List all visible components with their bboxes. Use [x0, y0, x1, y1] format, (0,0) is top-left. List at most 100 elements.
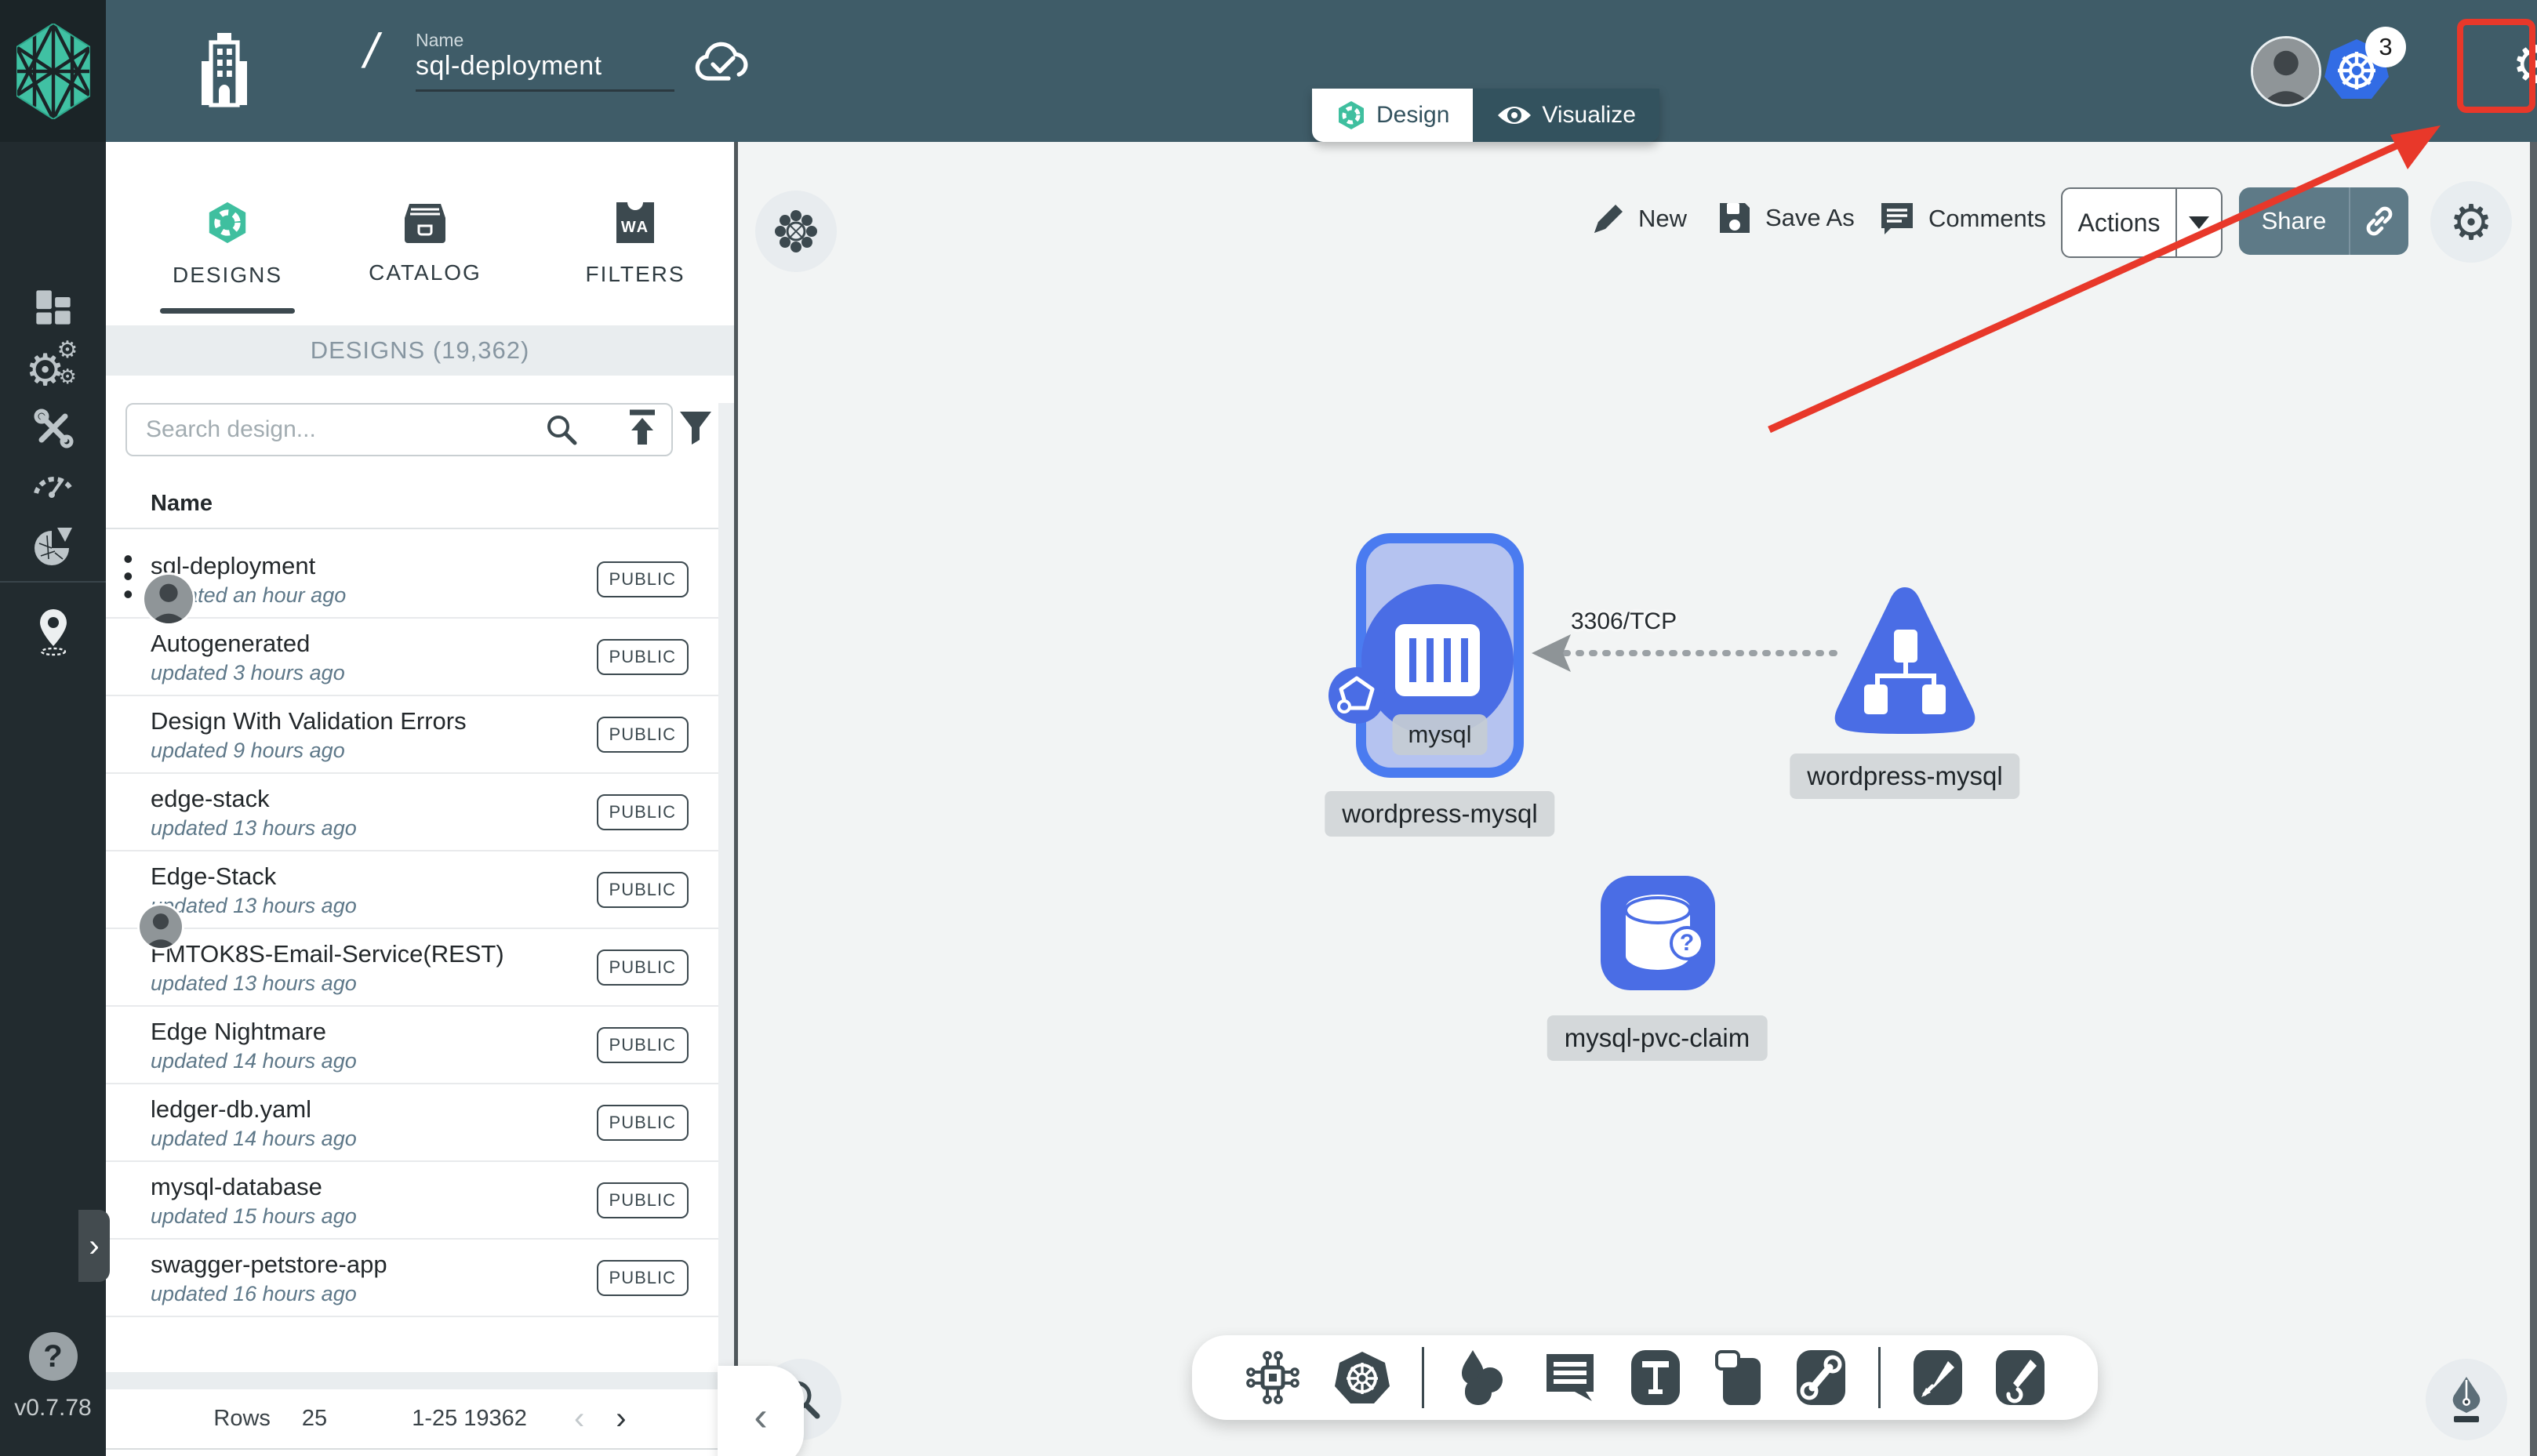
design-row[interactable]: Edge Nightmare updated 14 hours ago PUBLIC [106, 1007, 721, 1084]
breadcrumb-slash: / [358, 24, 384, 78]
design-updated: updated 14 hours ago [151, 1127, 357, 1150]
catalog-archive-icon [405, 204, 445, 243]
panel-tab-filters[interactable]: WA FILTERS [549, 173, 721, 314]
pen-nib-icon [2452, 1377, 2481, 1422]
visibility-badge: PUBLIC [596, 794, 689, 830]
page-scrollbar[interactable] [2530, 142, 2537, 1456]
pen-arrow-tool-icon[interactable] [1912, 1349, 1964, 1407]
node-deployment-mysql[interactable]: mysql [1328, 533, 1524, 778]
row-menu-icon[interactable]: • • • [123, 545, 133, 608]
tab-design[interactable]: Design [1312, 89, 1474, 142]
comments-button[interactable]: Comments [1878, 200, 2046, 238]
actions-dropdown-icon[interactable] [2177, 216, 2221, 229]
visibility-badge: PUBLIC [596, 1182, 689, 1218]
design-name-value[interactable]: sql-deployment [416, 51, 674, 92]
design-row[interactable]: Autogenerated updated 3 hours ago PUBLIC [106, 619, 721, 696]
prev-page-icon[interactable]: ‹ [574, 1401, 584, 1436]
performance-icon[interactable] [0, 465, 106, 499]
design-row[interactable]: mysql-database updated 15 hours ago PUBLIC [106, 1162, 721, 1240]
rows-label: Rows [213, 1406, 271, 1431]
design-updated: updated 13 hours ago [151, 971, 357, 995]
save-as-button[interactable]: Save As [1717, 200, 1855, 236]
visibility-badge: PUBLIC [596, 1027, 689, 1063]
components-icon[interactable] [1244, 1349, 1302, 1407]
visibility-badge: PUBLIC [596, 717, 689, 753]
configuration-tools-icon[interactable] [0, 407, 106, 449]
design-updated: updated 3 hours ago [151, 661, 345, 684]
wasm-filter-icon: WA [616, 202, 654, 243]
kubernetes-shapes-icon[interactable] [1333, 1349, 1391, 1407]
design-row[interactable]: Design With Validation Errors updated 9 h… [106, 696, 721, 774]
rows-per-page-select[interactable]: 25 [302, 1406, 357, 1432]
shapes-icon[interactable] [1456, 1349, 1510, 1407]
kanvas-pin-icon[interactable] [0, 606, 106, 658]
sidebar-expand-handle[interactable]: › [78, 1210, 110, 1282]
design-updated: updated 14 hours ago [151, 1049, 357, 1073]
tab-visualize[interactable]: Visualize [1473, 89, 1659, 142]
annotation-comment-icon[interactable] [1542, 1349, 1598, 1406]
text-tool-icon[interactable] [1630, 1349, 1681, 1407]
panel-tab-catalog[interactable]: CATALOG [339, 173, 511, 314]
owner-avatar [137, 903, 184, 950]
design-row[interactable]: swagger-petstore-app updated 16 hours ago… [106, 1240, 721, 1317]
design-row[interactable]: edge-stack updated 13 hours ago PUBLIC [106, 774, 721, 851]
lifecycle-gears-icon[interactable]: ⚙ ⚙ ⚙ [0, 337, 106, 394]
freehand-draw-icon[interactable] [1994, 1349, 2046, 1407]
shapes-toolbar [1192, 1335, 2098, 1420]
dashboard-icon[interactable] [0, 287, 106, 328]
pen-mode-button[interactable] [2426, 1359, 2507, 1440]
gear-icon: ⚙ [2449, 195, 2493, 250]
design-updated: updated 9 hours ago [151, 739, 345, 762]
copy-link-icon[interactable] [2350, 205, 2408, 237]
deployment-badge-icon [1328, 667, 1385, 724]
next-page-icon[interactable]: › [616, 1401, 626, 1436]
node-service-wordpress[interactable] [1826, 581, 1983, 738]
rectangle-shapes-icon[interactable] [1712, 1349, 1764, 1407]
designs-swirl-icon [209, 202, 246, 244]
settings-gear-icon[interactable]: ⚙ [2512, 34, 2537, 95]
visibility-badge: PUBLIC [596, 949, 689, 986]
meshery-app: / Name sql-deployment 3 ⚙ ⚙ ⚙ ⚙ ? v0.7.7… [0, 0, 2537, 1456]
kubernetes-context-icon[interactable]: 3 [2323, 27, 2406, 103]
panel-collapse-handle[interactable]: ‹ [718, 1366, 804, 1456]
design-row[interactable]: FMTOK8S-Email-Service(REST) updated 13 ho… [106, 929, 721, 1007]
user-avatar[interactable] [2251, 36, 2321, 107]
extensions-icon[interactable] [0, 525, 106, 568]
version-label: v0.7.78 [14, 1395, 92, 1421]
panel-scrollbar[interactable] [718, 403, 734, 1454]
visibility-badge: PUBLIC [596, 872, 689, 908]
pencil-icon [1594, 205, 1623, 233]
upload-design-icon[interactable] [625, 408, 660, 448]
visibility-badge: PUBLIC [596, 639, 689, 675]
share-button[interactable]: Share [2239, 187, 2408, 255]
design-name-label: Name [416, 30, 464, 50]
new-design-button[interactable]: New [1591, 202, 1687, 236]
search-icon [545, 413, 578, 446]
design-row[interactable]: ledger-db.yaml updated 14 hours ago PUBLIC [106, 1084, 721, 1162]
filter-funnel-icon[interactable] [677, 408, 714, 446]
actions-button[interactable]: Actions [2061, 187, 2223, 258]
building-icon[interactable] [200, 33, 249, 108]
canvas-settings-button[interactable]: ⚙ [2430, 181, 2512, 263]
context-count-badge: 3 [2365, 27, 2406, 67]
pvc-node-label: mysql-pvc-claim [1547, 1015, 1768, 1061]
eye-icon [1498, 107, 1532, 124]
search-input[interactable] [125, 403, 673, 456]
design-name: Edge-Stack [151, 862, 277, 890]
help-icon[interactable]: ? [0, 1332, 106, 1381]
design-name-field[interactable]: Name sql-deployment [416, 30, 674, 92]
design-name: ledger-db.yaml [151, 1095, 312, 1123]
active-tab-underline [160, 308, 295, 314]
design-row[interactable]: sql-deployment updated an hour ago PUBLIC •… [106, 541, 721, 626]
relationship-link-icon[interactable] [1795, 1349, 1847, 1407]
layout-options-button[interactable] [755, 191, 837, 272]
toolbar-divider [1877, 1347, 1881, 1408]
design-name: swagger-petstore-app [151, 1251, 387, 1278]
mode-tabs: Design Visualize [1312, 89, 1659, 142]
panel-tab-designs[interactable]: DESIGNS [141, 173, 314, 314]
designs-count-header: DESIGNS (19,362) [106, 325, 734, 376]
design-canvas[interactable]: New Save As Comments Actions Share ⚙ 330… [738, 142, 2537, 1456]
meshery-logo[interactable] [0, 0, 106, 142]
design-row[interactable]: Edge-Stack updated 13 hours ago PUBLIC [106, 851, 721, 950]
node-pvc-claim[interactable]: ? [1601, 876, 1715, 990]
